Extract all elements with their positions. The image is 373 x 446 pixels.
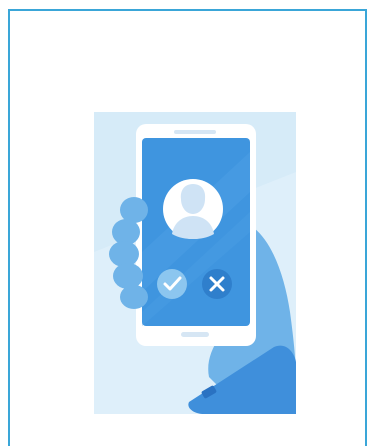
call-illustration (94, 112, 296, 414)
content-card (8, 9, 367, 446)
accept-call-button (157, 269, 187, 299)
phone-home-button (181, 332, 209, 337)
phone-speaker (174, 130, 216, 134)
